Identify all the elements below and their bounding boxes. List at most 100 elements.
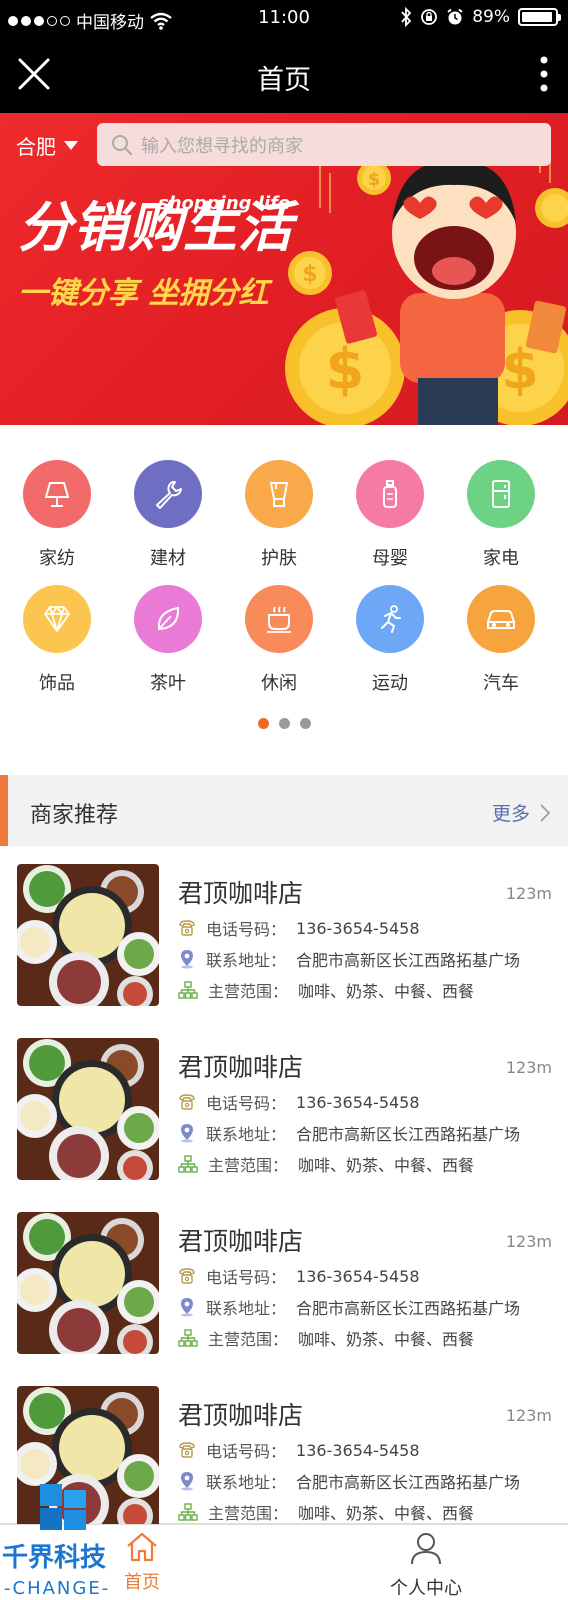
location-pin-icon (181, 1472, 193, 1491)
shop-address-row: 联系地址： 合肥市高新区长江西路拓基广场 (178, 947, 520, 971)
car-icon (467, 585, 535, 653)
category-item-appliances[interactable]: 家电 (446, 460, 556, 570)
shop-thumbnail[interactable] (17, 864, 159, 1006)
navigation-bar: 首页 (0, 36, 568, 113)
category-pager[interactable] (0, 718, 568, 729)
svg-text:千界科技: 千界科技 (2, 1543, 106, 1573)
shop-list-item[interactable]: 君顶咖啡店 123m 电话号码： 136-3654-5458 联系地址： 合肥市… (0, 1020, 568, 1198)
address-text: 合肥市高新区长江西路拓基广场 (296, 1473, 521, 1492)
baby-bottle-icon (356, 460, 424, 528)
shop-name: 君顶咖啡店 (178, 1227, 304, 1256)
shop-distance: 123m (505, 1406, 552, 1425)
shop-scope-row: 主营范围： 咖啡、奶茶、中餐、西餐 (178, 978, 474, 1002)
diamond-icon (23, 585, 91, 653)
runner-icon (356, 585, 424, 653)
shop-distance: 123m (505, 1232, 552, 1251)
chevron-down-icon (64, 141, 78, 150)
svg-text:$: $ (302, 262, 317, 287)
alarm-icon (447, 8, 463, 25)
category-label: 运动 (372, 673, 408, 694)
category-label: 母婴 (372, 548, 408, 569)
category-label: 家电 (483, 548, 519, 569)
svg-text:$: $ (368, 169, 381, 190)
category-item-leisure[interactable]: 休闲 (224, 585, 334, 695)
dish-photo (17, 864, 159, 1006)
phone-label: 电话号码： (206, 920, 287, 939)
tab-profile[interactable]: 个人中心 (366, 1531, 486, 1600)
category-item-jewelry[interactable]: 饰品 (2, 585, 112, 695)
scope-label: 主营范围： (208, 982, 289, 1001)
category-item-mother-baby[interactable]: 母婴 (335, 460, 445, 570)
search-input[interactable]: 输入您想寻找的商家 (97, 123, 551, 166)
dish-photo (17, 1212, 159, 1354)
phone-number[interactable]: 136-3654-5458 (296, 919, 420, 938)
category-item-tea[interactable]: 茶叶 (113, 585, 223, 695)
pager-dot[interactable] (278, 718, 290, 729)
shop-name: 君顶咖啡店 (178, 1401, 304, 1430)
more-options-icon[interactable] (534, 54, 554, 94)
shop-list-item[interactable]: 君顶咖啡店 123m 电话号码： 136-3654-5458 联系地址： 合肥市… (0, 846, 568, 1024)
shop-name: 君顶咖啡店 (178, 1053, 304, 1082)
cosmetic-icon (245, 460, 313, 528)
shop-phone-row: 电话号码： 136-3654-5458 (178, 1438, 420, 1462)
tea-cup-icon (245, 585, 313, 653)
shop-phone-row: 电话号码： 136-3654-5458 (178, 916, 420, 940)
search-icon (112, 134, 133, 155)
shop-thumbnail[interactable] (17, 1212, 159, 1354)
phone-number[interactable]: 136-3654-5458 (296, 1093, 420, 1112)
shop-thumbnail[interactable] (17, 1038, 159, 1180)
search-placeholder: 输入您想寻找的商家 (141, 135, 303, 157)
phone-number[interactable]: 136-3654-5458 (296, 1267, 420, 1286)
category-label: 护肤 (261, 548, 297, 569)
shop-address-row: 联系地址： 合肥市高新区长江西路拓基广场 (178, 1121, 520, 1145)
shop-name: 君顶咖啡店 (178, 879, 304, 908)
category-label: 休闲 (261, 673, 297, 694)
promo-english-title: shopping life (158, 193, 291, 214)
fridge-icon (467, 460, 535, 528)
address-label: 联系地址： (206, 951, 287, 970)
phone-label: 电话号码： (206, 1094, 287, 1113)
city-selector[interactable]: 合肥 (16, 131, 78, 160)
address-text: 合肥市高新区长江西路拓基广场 (296, 951, 521, 970)
more-link[interactable]: 更多 (492, 799, 550, 826)
phone-icon (179, 920, 195, 936)
address-text: 合肥市高新区长江西路拓基广场 (296, 1299, 521, 1318)
city-name: 合肥 (16, 135, 56, 159)
svg-text:-CHANGE-: -CHANGE- (4, 1578, 110, 1599)
shop-distance: 123m (505, 1058, 552, 1077)
scope-text: 咖啡、奶茶、中餐、西餐 (298, 1156, 475, 1175)
person-icon (411, 1533, 441, 1565)
address-label: 联系地址： (206, 1299, 287, 1318)
address-label: 联系地址： (206, 1125, 287, 1144)
scope-text: 咖啡、奶茶、中餐、西餐 (298, 1504, 475, 1523)
section-accent-bar (0, 775, 8, 846)
category-item-home-textile[interactable]: 家纺 (2, 460, 112, 570)
pager-dot[interactable] (299, 718, 311, 729)
phone-icon (179, 1094, 195, 1110)
category-item-building-materials[interactable]: 建材 (113, 460, 223, 570)
section-title: 商家推荐 (30, 803, 119, 828)
scope-text: 咖啡、奶茶、中餐、西餐 (298, 1330, 475, 1349)
pager-dot-active[interactable] (257, 718, 269, 729)
shop-list-item[interactable]: 君顶咖啡店 123m 电话号码： 136-3654-5458 联系地址： 合肥市… (0, 1194, 568, 1372)
location-pin-icon (181, 1124, 193, 1143)
shop-scope-row: 主营范围： 咖啡、奶茶、中餐、西餐 (178, 1500, 474, 1524)
phone-number[interactable]: 136-3654-5458 (296, 1441, 420, 1460)
category-label: 建材 (150, 548, 186, 569)
hierarchy-icon (178, 981, 198, 999)
hierarchy-icon (178, 1503, 198, 1521)
category-item-sports[interactable]: 运动 (335, 585, 445, 695)
promo-banner[interactable]: $ $ $ $ 合肥 输入您想寻找的商家 分销购生活 shopping life… (0, 113, 568, 425)
address-text: 合肥市高新区长江西路拓基广场 (296, 1125, 521, 1144)
shop-phone-row: 电话号码： 136-3654-5458 (178, 1090, 420, 1114)
category-label: 汽车 (483, 673, 519, 694)
shop-distance: 123m (505, 884, 552, 903)
category-item-auto[interactable]: 汽车 (446, 585, 556, 695)
location-pin-icon (181, 950, 193, 969)
dish-photo (17, 1038, 159, 1180)
scope-text: 咖啡、奶茶、中餐、西餐 (298, 982, 475, 1001)
wrench-icon (134, 460, 202, 528)
scope-label: 主营范围： (208, 1156, 289, 1175)
category-item-skincare[interactable]: 护肤 (224, 460, 334, 570)
battery-icon (518, 8, 561, 26)
